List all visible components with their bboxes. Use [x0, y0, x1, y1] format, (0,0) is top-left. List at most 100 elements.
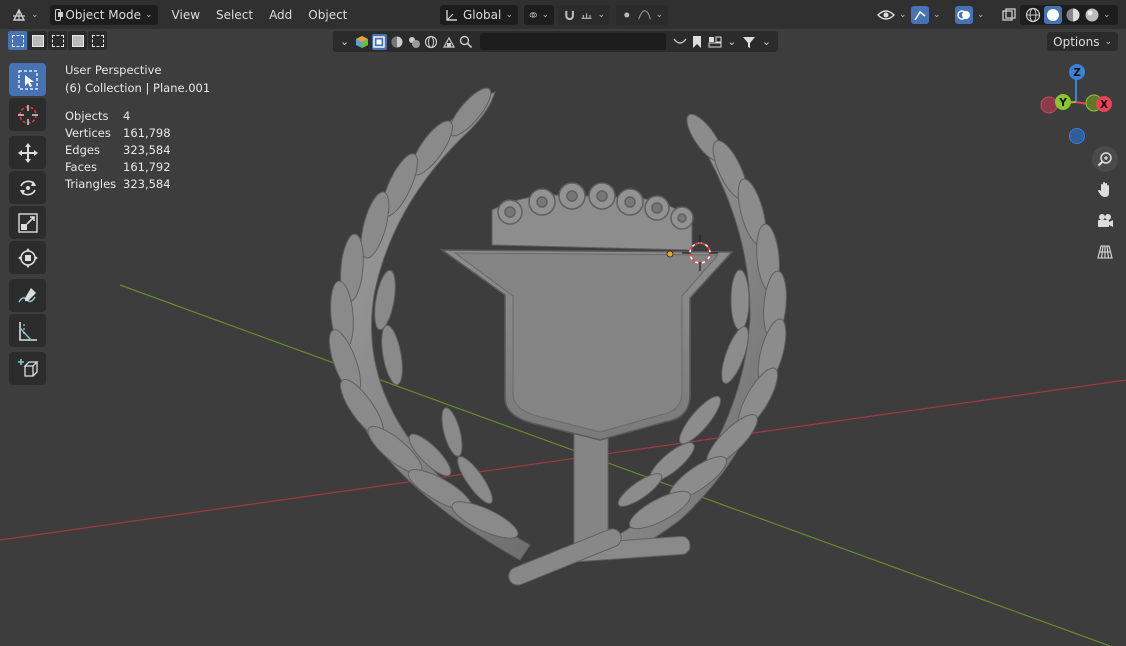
scale-tool[interactable] — [9, 206, 46, 239]
annotate-icon — [17, 287, 36, 302]
chevron-down-icon: ⌄ — [597, 9, 605, 20]
tool-settings-bar: ⌄ ⌄ ⌄ Options ⌄ — [0, 29, 1126, 53]
zoom-icon — [1097, 152, 1112, 167]
view-name: User Perspective — [65, 63, 162, 77]
rotate-tool[interactable] — [9, 171, 46, 204]
orientation-label: Global — [463, 7, 502, 22]
gizmo-neg-x[interactable] — [1040, 96, 1058, 114]
select-invert-icon — [71, 34, 84, 47]
display-mode-icon[interactable] — [707, 34, 722, 50]
chevron-down-icon: ⌄ — [505, 9, 513, 20]
select-intersect-button[interactable] — [88, 31, 107, 50]
mode-dropdown[interactable]: Object Mode ⌄ — [49, 4, 158, 25]
chevron-down-icon[interactable]: ⌄ — [724, 34, 739, 50]
overlays-toggle[interactable]: ⌄ — [950, 5, 990, 25]
viewport-nav-buttons — [1092, 146, 1118, 270]
rotate-icon — [19, 180, 36, 195]
menu-select[interactable]: Select — [208, 5, 261, 25]
camera-icon — [1098, 214, 1113, 227]
menu-object[interactable]: Object — [300, 5, 355, 25]
cursor-tool[interactable] — [9, 98, 46, 131]
chevron-down-icon: ⌄ — [1104, 36, 1112, 47]
options-dropdown[interactable]: Options ⌄ — [1047, 32, 1118, 51]
filter-icon[interactable] — [741, 34, 756, 50]
add-cube-tool[interactable] — [9, 352, 46, 385]
navigation-gizmo[interactable]: Z Y X — [1036, 62, 1116, 146]
chevron-down-icon: ⌄ — [977, 9, 985, 20]
emblem-crown[interactable] — [491, 182, 694, 251]
proportional-editing-group[interactable]: ⌄ — [616, 4, 668, 25]
snap-increment-icon — [581, 12, 592, 19]
orientation-icon — [446, 9, 457, 21]
select-intersect-icon — [91, 34, 104, 47]
material-shading-icon[interactable] — [1065, 7, 1081, 23]
select-new-button[interactable] — [8, 31, 27, 50]
eye-icon — [877, 9, 895, 20]
select-new-icon — [11, 34, 24, 47]
chevron-down-icon[interactable]: ⌄ — [337, 34, 352, 50]
xray-toggle[interactable] — [996, 5, 1022, 25]
stat-edges: Edges 323,584 — [65, 143, 171, 157]
gizmo-neg-z[interactable] — [1069, 128, 1085, 144]
chevron-down-icon[interactable]: ⌄ — [759, 34, 774, 50]
viewport-header: ⌄ Object Mode ⌄ View Select Add Object G… — [0, 0, 1126, 29]
object-filter-bar: ⌄ ⌄ ⌄ — [333, 31, 778, 52]
annotate-tool[interactable] — [9, 279, 46, 312]
magnet-icon — [565, 10, 574, 20]
collection-info: (6) Collection | Plane.001 — [65, 81, 211, 95]
bookmark-icon[interactable] — [690, 34, 705, 50]
scale-icon — [17, 212, 38, 233]
select-subtract-icon — [51, 34, 64, 47]
search-input[interactable] — [479, 33, 667, 50]
gizmo-x-label: X — [1100, 99, 1108, 111]
3d-viewport-icon — [12, 7, 26, 21]
measure-tool[interactable] — [9, 314, 46, 347]
pan-button[interactable] — [1092, 177, 1118, 203]
move-tool[interactable] — [9, 136, 46, 169]
gizmo-toggle[interactable]: ⌄ — [906, 5, 946, 25]
menu-view[interactable]: View — [164, 5, 208, 25]
gizmo-icon — [911, 5, 929, 24]
select-subtract-button[interactable] — [48, 31, 67, 50]
viewport-stats-overlay: User Perspective (6) Collection | Plane.… — [65, 62, 210, 193]
pivot-point-dropdown[interactable]: ⌄ — [524, 4, 554, 25]
mode-label: Object Mode — [65, 7, 141, 22]
laurel-wreath-left[interactable] — [323, 83, 531, 561]
world-icon[interactable] — [424, 34, 439, 50]
texture-icon[interactable] — [441, 34, 456, 50]
select-invert-button[interactable] — [68, 31, 87, 50]
transform-orientation-dropdown[interactable]: Global ⌄ — [440, 4, 518, 25]
perspective-toggle-button[interactable] — [1092, 239, 1118, 265]
options-label: Options — [1053, 34, 1100, 49]
shading-modes[interactable]: ⌄ — [1020, 4, 1118, 25]
zoom-button[interactable] — [1092, 146, 1118, 172]
wireframe-shading-icon[interactable] — [1025, 7, 1041, 23]
collapse-icon[interactable] — [672, 34, 687, 50]
select-extend-button[interactable] — [28, 31, 47, 50]
measure-icon — [18, 321, 37, 341]
tool-shelf — [9, 63, 47, 387]
solid-icon[interactable] — [389, 34, 404, 50]
chevron-down-icon: ⌄ — [655, 9, 663, 20]
stat-faces: Faces 161,792 — [65, 160, 171, 174]
solid-shading-icon[interactable] — [1044, 5, 1062, 24]
chevron-down-icon: ⌄ — [541, 9, 549, 20]
editor-type-button[interactable]: ⌄ — [6, 5, 44, 25]
object-origin[interactable] — [666, 250, 674, 258]
mesh-object-icon[interactable] — [354, 34, 369, 50]
menu-add[interactable]: Add — [261, 5, 300, 25]
selection-mode-buttons — [8, 31, 107, 50]
move-icon — [17, 142, 38, 163]
emblem-shield[interactable] — [439, 249, 734, 441]
restrict-select-icon[interactable] — [371, 33, 387, 50]
search-icon — [458, 34, 473, 50]
snapping-group[interactable]: ⌄ — [558, 4, 610, 25]
select-box-tool[interactable] — [9, 63, 46, 96]
transform-tool[interactable] — [9, 241, 46, 274]
camera-view-button[interactable] — [1092, 208, 1118, 234]
transform-icon — [17, 247, 38, 268]
material-icon[interactable] — [406, 34, 421, 50]
rendered-shading-icon[interactable] — [1084, 7, 1100, 23]
xray-icon — [1002, 7, 1016, 21]
stat-objects: Objects 4 — [65, 109, 131, 123]
